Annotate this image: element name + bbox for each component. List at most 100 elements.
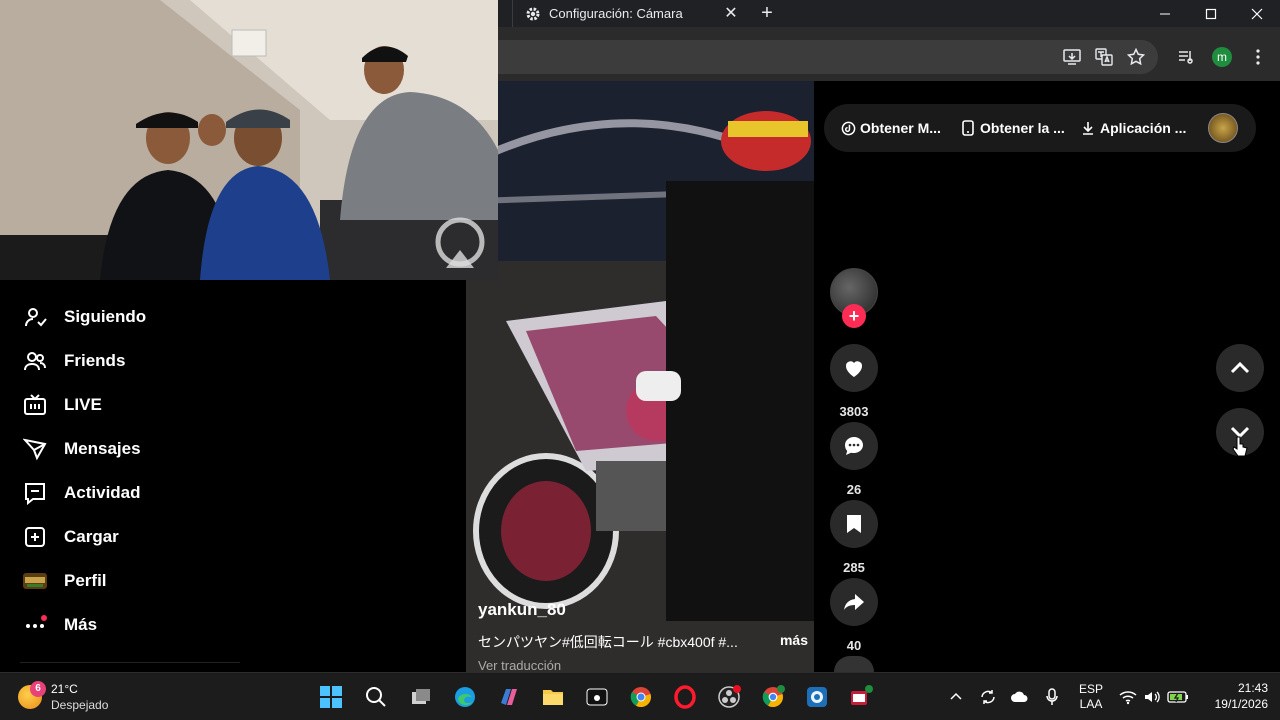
wifi-button[interactable] — [1118, 673, 1138, 720]
new-tab-button[interactable]: + — [756, 3, 778, 25]
video-frame — [466, 81, 814, 672]
translate-icon[interactable] — [1094, 47, 1114, 67]
show-hidden-icons-button[interactable] — [944, 673, 968, 720]
clock[interactable]: 21:43 19/1/2026 — [1198, 681, 1268, 711]
opera-icon — [674, 685, 696, 709]
sidebar-item-profile[interactable]: Perfil — [22, 566, 107, 596]
share-count: 40 — [846, 638, 862, 653]
onedrive-button[interactable] — [1008, 673, 1032, 720]
close-icon — [1251, 8, 1263, 19]
pluto-tv-app[interactable] — [581, 681, 613, 713]
kebab-menu-icon[interactable] — [1248, 47, 1268, 67]
volume-button[interactable] — [1142, 673, 1162, 720]
close-window-button[interactable] — [1234, 0, 1280, 27]
chrome-pwa-app[interactable] — [845, 681, 877, 713]
windows-logo-icon — [320, 686, 342, 708]
previous-video-button[interactable] — [1216, 344, 1264, 392]
sidebar-item-friends[interactable]: Friends — [22, 346, 125, 376]
video-caption-row: センパツヤン#低回転コール #cbx400f #... más — [478, 632, 808, 652]
get-coins-button[interactable]: Obtener M... — [840, 118, 941, 138]
bookmark-star-icon[interactable] — [1126, 47, 1146, 67]
top-action-bar: Obtener M... Obtener la ... Aplicación .… — [824, 104, 1256, 152]
chevron-up-icon — [1230, 361, 1250, 374]
save-count: 285 — [843, 560, 865, 575]
task-view-button[interactable] — [405, 681, 437, 713]
volume-icon — [1145, 691, 1160, 703]
copilot-icon — [501, 689, 517, 705]
sidebar-item-upload[interactable]: Cargar — [22, 522, 119, 552]
sidebar-item-label: Perfil — [64, 571, 107, 590]
account-avatar[interactable] — [1208, 113, 1238, 143]
copilot-app[interactable] — [493, 681, 525, 713]
sidebar-item-live[interactable]: LIVE — [22, 390, 102, 420]
mouse-cursor-icon — [1232, 436, 1248, 457]
share-button[interactable] — [830, 578, 878, 626]
friends-icon — [22, 348, 48, 374]
sync-icon-button[interactable] — [976, 673, 1000, 720]
screen-app[interactable] — [801, 681, 833, 713]
file-explorer-app[interactable] — [537, 681, 569, 713]
sidebar-item-label: Cargar — [64, 527, 119, 546]
sidebar-item-messages[interactable]: Mensajes — [22, 434, 141, 464]
weather-widget[interactable]: 6 21°C Despejado — [18, 681, 128, 713]
save-action: 285 — [830, 500, 878, 575]
install-app-icon[interactable] — [1062, 47, 1082, 67]
profile-button[interactable]: m — [1212, 47, 1232, 67]
battery-button[interactable] — [1166, 673, 1190, 720]
windows-taskbar: 6 21°C Despejado ESP LAA 21:43 19/1/2026 — [0, 672, 1280, 720]
media-control-icon[interactable] — [1176, 47, 1196, 67]
action-column: + 3803 26 285 40 — [830, 268, 878, 672]
address-bar[interactable] — [498, 40, 1158, 74]
tab-title: Configuración: Cámara — [549, 6, 683, 21]
start-button[interactable] — [315, 681, 347, 713]
sidebar-item-following[interactable]: Siguiendo — [22, 302, 146, 332]
sidebar-item-more[interactable]: Más — [22, 610, 97, 640]
sidebar-item-activity[interactable]: Actividad — [22, 478, 141, 508]
pwa-icon — [851, 685, 873, 705]
translate-link[interactable]: Ver traducción — [478, 658, 808, 672]
cloud-icon — [1011, 691, 1028, 702]
maximize-button[interactable] — [1188, 0, 1234, 27]
more-icon — [22, 612, 48, 638]
live-icon — [22, 392, 48, 418]
profile-avatar — [22, 568, 48, 594]
tab-settings-camera[interactable]: Configuración: Cámara ✕ — [512, 0, 748, 27]
video-author[interactable]: yankun_80 — [478, 600, 808, 620]
chrome-app[interactable] — [625, 681, 657, 713]
sidebar-item-label: Siguiendo — [64, 307, 147, 326]
language-indicator[interactable]: ESP LAA — [1074, 673, 1108, 720]
share-action: 40 — [830, 578, 878, 653]
comment-button[interactable] — [830, 422, 878, 470]
taskbar-search-button[interactable] — [360, 681, 392, 713]
get-app-button[interactable]: Obtener la ... — [960, 118, 1065, 138]
minimize-button[interactable] — [1142, 0, 1188, 27]
follow-plus-icon[interactable]: + — [842, 304, 866, 328]
creator-avatar-wrap: + — [830, 268, 878, 328]
bookmark-icon — [847, 515, 861, 533]
clock-date: 19/1/2026 — [1214, 697, 1268, 711]
sidebar-item-label: Friends — [64, 351, 126, 370]
video-player[interactable]: yankun_80 センパツヤン#低回転コール #cbx400f #... má… — [466, 81, 814, 672]
chrome-icon — [630, 687, 651, 708]
microphone-button[interactable] — [1040, 673, 1064, 720]
save-button[interactable] — [830, 500, 878, 548]
minimize-icon — [1160, 13, 1170, 14]
comment-count: 26 — [846, 482, 862, 497]
get-coins-label: Obtener M... — [860, 120, 941, 136]
caption-more-link[interactable]: más — [780, 632, 808, 652]
battery-charging-icon — [1167, 691, 1188, 703]
wifi-icon — [1119, 691, 1137, 705]
following-icon — [22, 304, 48, 330]
tab-close-button[interactable]: ✕ — [722, 4, 740, 22]
chrome-profile-app[interactable] — [757, 681, 789, 713]
messages-icon — [22, 436, 48, 462]
like-button[interactable] — [830, 344, 878, 392]
screen: Siguiendo Friends LIVE Mensajes Activida… — [0, 0, 1280, 720]
activity-icon — [22, 480, 48, 506]
webcam-overlay — [0, 0, 498, 280]
obs-icon — [718, 685, 741, 708]
opera-app[interactable] — [669, 681, 701, 713]
download-app-button[interactable]: Aplicación ... — [1080, 118, 1186, 138]
edge-app[interactable] — [449, 681, 481, 713]
obs-app[interactable] — [713, 681, 745, 713]
